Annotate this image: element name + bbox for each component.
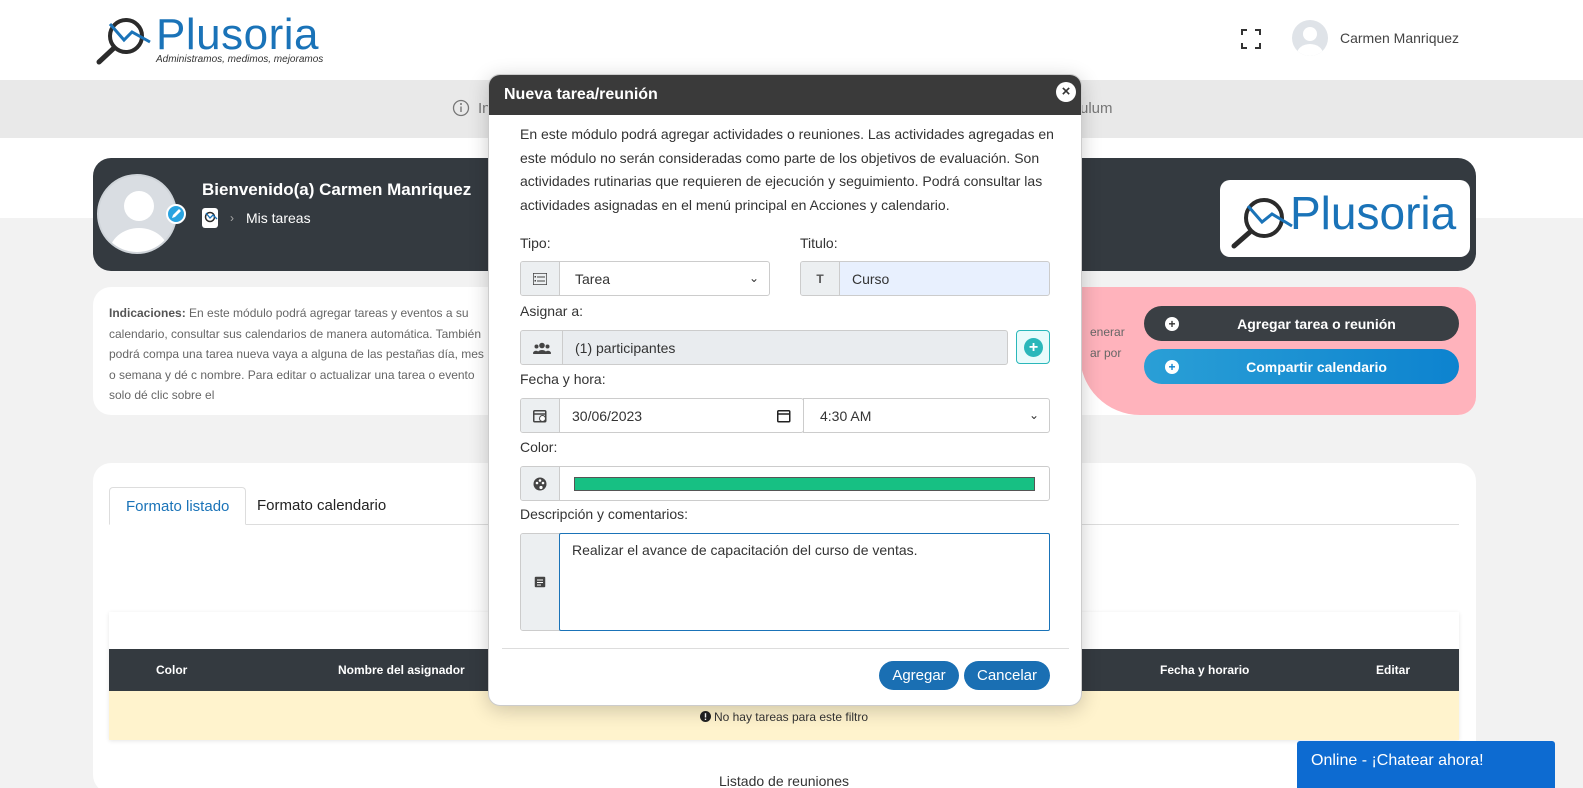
list-icon xyxy=(521,262,560,295)
breadcrumb-current: Mis tareas xyxy=(246,210,311,226)
color-label: Color: xyxy=(520,439,558,455)
magnifier-logo-icon xyxy=(96,18,151,65)
type-value: Tarea xyxy=(575,271,611,287)
new-task-modal: Nueva tarea/reunión × En este módulo pod… xyxy=(488,74,1082,706)
user-silhouette-icon xyxy=(1297,27,1323,56)
logo-text: Plusoria xyxy=(156,10,319,59)
info-text-right: ulum xyxy=(1080,100,1113,117)
tab-list-format[interactable]: Formato listado xyxy=(109,487,247,525)
type-label: Tipo: xyxy=(520,235,551,251)
assign-field[interactable]: (1) participantes xyxy=(520,330,1008,365)
profile-avatar xyxy=(97,174,177,254)
indications-body: En este módulo podrá agregar tareas y ev… xyxy=(109,306,484,402)
magnifier-logo-icon xyxy=(1231,198,1293,249)
indications-fragment: ar por xyxy=(1090,346,1122,360)
type-select[interactable]: Tarea ⌄ xyxy=(520,261,770,296)
description-textarea[interactable]: Realizar el avance de capacitación del c… xyxy=(559,533,1050,631)
exclamation-circle-icon xyxy=(699,711,711,722)
plusoria-logo[interactable]: Plusoria Administramos, medimos, mejoram… xyxy=(94,10,334,70)
users-icon xyxy=(521,331,563,364)
home-logo-icon[interactable] xyxy=(202,208,218,228)
breadcrumb-chevron-icon: › xyxy=(230,211,234,225)
tab-calendar-format[interactable]: Formato calendario xyxy=(241,487,402,525)
datetime-label: Fecha y hora: xyxy=(520,371,606,387)
assign-value: (1) participantes xyxy=(575,340,676,356)
modal-title: Nueva tarea/reunión xyxy=(504,86,658,103)
column-header[interactable]: Fecha y horario xyxy=(1160,663,1249,677)
add-task-label: Agregar tarea o reunión xyxy=(1237,316,1396,332)
welcome-heading: Bienvenido(a) Carmen Manriquez xyxy=(202,180,472,199)
calendar-clock-icon xyxy=(521,399,560,432)
edit-avatar-icon[interactable] xyxy=(166,204,186,224)
add-participant-button[interactable]: + xyxy=(1016,330,1050,364)
column-header[interactable]: Editar xyxy=(1376,663,1410,677)
description-addon xyxy=(520,533,560,631)
indications-text: Indicaciones: En este módulo podrá agreg… xyxy=(109,303,489,406)
title-value: Curso xyxy=(852,271,890,287)
note-icon xyxy=(521,534,559,630)
color-swatch[interactable] xyxy=(574,477,1035,491)
palette-icon xyxy=(521,467,560,500)
indications-fragment: enerar xyxy=(1090,325,1125,339)
chevron-down-icon: ⌄ xyxy=(748,271,759,285)
date-input[interactable]: 30/06/2023 xyxy=(520,398,804,433)
title-label: Titulo: xyxy=(800,235,838,251)
user-name[interactable]: Carmen Manriquez xyxy=(1340,30,1459,46)
cancel-button[interactable]: Cancelar xyxy=(964,661,1050,690)
time-select[interactable]: 4:30 AM ⌄ xyxy=(803,398,1050,433)
logo-text: Plusoria xyxy=(1290,187,1457,239)
close-icon[interactable]: × xyxy=(1056,82,1076,102)
assign-label: Asignar a: xyxy=(520,303,584,319)
modal-header: Nueva tarea/reunión × xyxy=(489,75,1081,115)
modal-description: En este módulo podrá agregar actividades… xyxy=(520,126,1054,213)
plus-circle-icon: + xyxy=(1024,338,1043,357)
calendar-icon[interactable] xyxy=(777,409,791,423)
text-icon: T xyxy=(801,262,840,295)
share-calendar-button[interactable]: + Compartir calendario xyxy=(1144,349,1459,384)
share-calendar-label: Compartir calendario xyxy=(1246,359,1387,375)
chevron-down-icon: ⌄ xyxy=(1028,408,1039,422)
column-header[interactable]: Nombre del asignador xyxy=(338,663,465,677)
empty-message: No hay tareas para este filtro xyxy=(713,710,869,724)
modal-divider xyxy=(502,648,1069,649)
column-header[interactable]: Color xyxy=(156,663,187,677)
info-icon xyxy=(452,99,470,117)
user-avatar[interactable] xyxy=(1292,20,1328,56)
live-chat-button[interactable]: Online - ¡Chatear ahora! xyxy=(1297,741,1555,788)
logo-tagline: Administramos, medimos, mejoramos xyxy=(156,54,324,65)
title-input[interactable]: T Curso xyxy=(800,261,1050,296)
add-task-button[interactable]: + Agregar tarea o reunión xyxy=(1144,306,1459,341)
fullscreen-icon[interactable] xyxy=(1240,28,1262,50)
date-value: 30/06/2023 xyxy=(572,408,643,424)
plusoria-logo-large: Plusoria xyxy=(1220,180,1470,257)
meetings-heading: Listado de reuniones xyxy=(109,765,1459,788)
add-button[interactable]: Agregar xyxy=(879,661,959,690)
time-value: 4:30 AM xyxy=(820,408,872,424)
description-label: Descripción y comentarios: xyxy=(520,506,689,522)
indications-label: Indicaciones: xyxy=(109,306,186,320)
